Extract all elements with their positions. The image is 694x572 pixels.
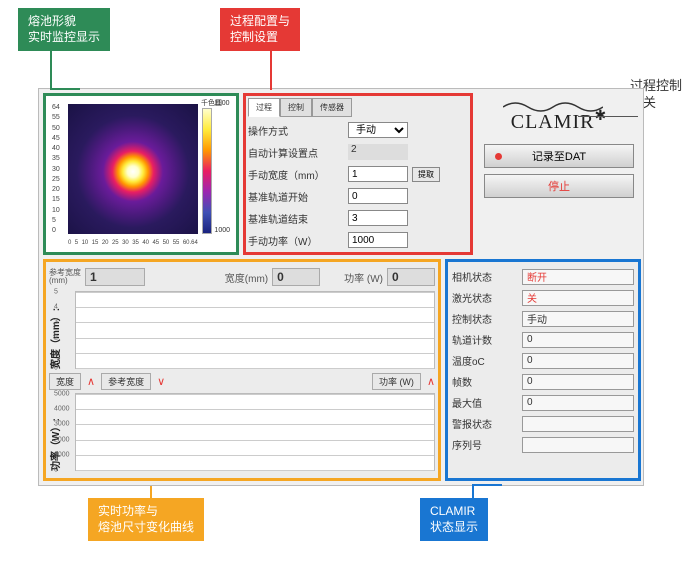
thermal-y-axis: 645550454035302520151050 xyxy=(52,104,60,234)
status-row: 最大值0 xyxy=(452,392,634,413)
label-base-start: 基准轨道开始 xyxy=(248,189,348,204)
status-value xyxy=(522,416,634,432)
status-label: 警报状态 xyxy=(452,416,522,431)
callout-line xyxy=(50,50,80,90)
record-label: 记录至DAT xyxy=(532,151,586,163)
thermal-image xyxy=(68,104,198,234)
width-chart: 012345 xyxy=(75,291,435,369)
colorbar-gradient xyxy=(202,108,212,234)
status-row: 激光状态关 xyxy=(452,287,634,308)
callout-realtime: 实时功率与 熔池尺寸变化曲线 xyxy=(88,498,204,541)
callout-line xyxy=(578,116,638,117)
callout-status: CLAMIR 状态显示 xyxy=(420,498,488,541)
legend-ref-width[interactable]: 参考宽度 xyxy=(101,373,151,390)
status-label: 相机状态 xyxy=(452,269,522,284)
colorbar-min: 1000 xyxy=(214,227,230,234)
tab-process[interactable]: 过程 xyxy=(248,98,280,117)
status-row: 轨道计数0 xyxy=(452,329,634,350)
chart-legend-controls: 宽度 ∧ 参考宽度 ∨ 功率 (W) ∧ xyxy=(49,371,435,391)
label-base-end: 基准轨道结束 xyxy=(248,211,348,226)
label-manual-width: 手动宽度（mm） xyxy=(248,167,348,182)
logo-wave-icon xyxy=(503,99,603,115)
up-icon[interactable]: ∧ xyxy=(427,375,435,388)
label-mode: 操作方式 xyxy=(248,123,348,138)
thermal-plot: 千色图 645550454035302520151050 05101520253… xyxy=(50,100,232,248)
input-base-start[interactable] xyxy=(348,188,408,204)
status-label: 控制状态 xyxy=(452,311,522,326)
status-label: 轨道计数 xyxy=(452,332,522,347)
status-row: 帧数0 xyxy=(452,371,634,392)
label-manual-power: 手动功率（W） xyxy=(248,233,348,248)
callout-line xyxy=(270,50,272,90)
status-value: 0 xyxy=(522,332,634,348)
status-row: 警报状态 xyxy=(452,413,634,434)
legend-power[interactable]: 功率 (W) xyxy=(372,373,421,390)
extract-button[interactable]: 提取 xyxy=(412,167,440,182)
readout-bar: 参考宽度 (mm) 1 宽度(mm) 0 功率 (W) 0 xyxy=(49,265,435,289)
status-value: 0 xyxy=(522,353,634,369)
legend-width[interactable]: 宽度 xyxy=(49,373,81,390)
status-label: 序列号 xyxy=(452,437,522,452)
tab-control[interactable]: 控制 xyxy=(280,98,312,117)
config-tabs: 过程 控制 传感器 xyxy=(248,98,468,117)
status-value: 0 xyxy=(522,374,634,390)
input-base-end[interactable] xyxy=(348,210,408,226)
status-row: 温度oC0 xyxy=(452,350,634,371)
status-label: 激光状态 xyxy=(452,290,522,305)
tab-sensor[interactable]: 传感器 xyxy=(312,98,352,117)
config-panel: 过程 控制 传感器 操作方式 手动 自动计算设置点 2 手动宽度（mm） 提取 … xyxy=(243,93,473,255)
record-dot-icon xyxy=(495,153,502,160)
label-auto-setpoint: 自动计算设置点 xyxy=(248,145,348,160)
value-ref-width: 1 xyxy=(85,268,145,286)
status-row: 序列号 xyxy=(452,434,634,455)
colorbar-max: 1100 xyxy=(214,100,230,107)
status-label: 温度oC xyxy=(452,353,522,368)
app-window: 千色图 645550454035302520151050 05101520253… xyxy=(38,88,644,486)
status-label: 最大值 xyxy=(452,395,522,410)
callout-line xyxy=(472,484,502,498)
label-width-readout: 宽度(mm) xyxy=(225,270,268,285)
realtime-panel: 参考宽度 (mm) 1 宽度(mm) 0 功率 (W) 0 宽度（mm）: 01… xyxy=(43,259,441,481)
stop-button[interactable]: 停止 xyxy=(484,174,634,198)
status-value: 关 xyxy=(522,290,634,306)
clamir-logo: CLAMIR✱ xyxy=(479,111,639,134)
record-button[interactable]: 记录至DAT xyxy=(484,144,634,168)
status-row: 控制状态手动 xyxy=(452,308,634,329)
status-value: 0 xyxy=(522,395,634,411)
thermal-x-axis: 051015202530354045505560.64 xyxy=(68,240,198,246)
label-power-readout: 功率 (W) xyxy=(344,270,383,285)
callout-config: 过程配置与 控制设置 xyxy=(220,8,300,51)
value-power-readout: 0 xyxy=(387,268,435,286)
status-panel: 相机状态断开激光状态关控制状态手动轨道计数0温度oC0帧数0最大值0警报状态序列… xyxy=(445,259,641,481)
status-row: 相机状态断开 xyxy=(452,266,634,287)
status-value: 断开 xyxy=(522,269,634,285)
label-ref-width: 参考宽度 (mm) xyxy=(49,269,81,285)
input-manual-width[interactable] xyxy=(348,166,408,182)
value-auto-setpoint: 2 xyxy=(348,144,408,160)
down-icon[interactable]: ∨ xyxy=(157,375,165,388)
input-manual-power[interactable] xyxy=(348,232,408,248)
right-controls: CLAMIR✱ 记录至DAT 停止 xyxy=(479,95,639,204)
status-value: 手动 xyxy=(522,311,634,327)
status-label: 帧数 xyxy=(452,374,522,389)
status-value xyxy=(522,437,634,453)
up-icon[interactable]: ∧ xyxy=(87,375,95,388)
power-chart: 010002000300040005000 xyxy=(75,393,435,471)
thermal-panel: 千色图 645550454035302520151050 05101520253… xyxy=(43,93,239,255)
select-mode[interactable]: 手动 xyxy=(348,122,408,138)
colorbar: 1100 1000 xyxy=(202,108,228,234)
value-width-readout: 0 xyxy=(272,268,320,286)
callout-thermal: 熔池形貌 实时监控显示 xyxy=(18,8,110,51)
